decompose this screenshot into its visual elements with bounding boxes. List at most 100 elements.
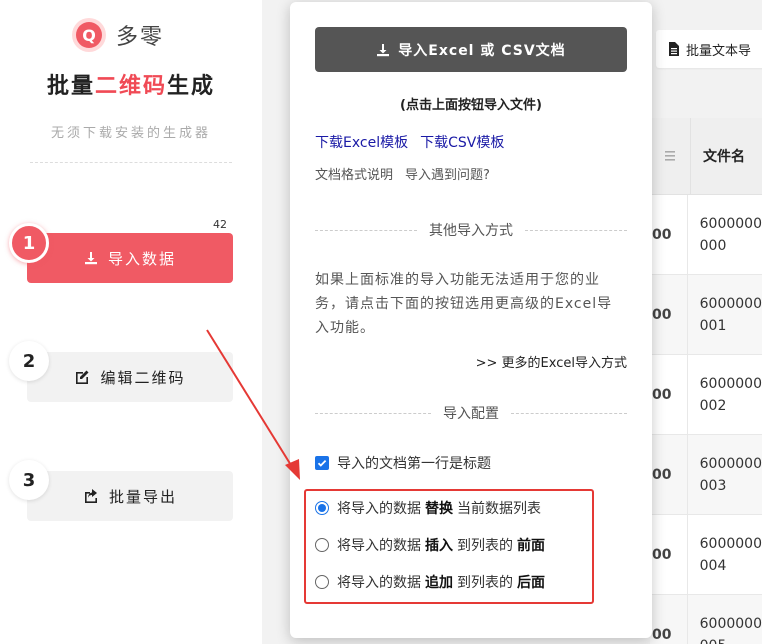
row-filename: 6000000 002	[686, 355, 762, 434]
title-part: 生成	[167, 74, 216, 99]
file-icon	[668, 42, 680, 56]
table-row[interactable]: 00 6000000 002	[650, 355, 762, 435]
filename-line: 004	[699, 557, 727, 574]
row-index: 00	[652, 546, 672, 563]
download-excel-template-link[interactable]: 下载Excel模板	[315, 135, 408, 151]
step-number-2: 2	[9, 341, 49, 381]
other-import-section-header: 其他导入方式	[315, 220, 627, 240]
batch-text-import-button[interactable]: 批量文本导	[656, 30, 762, 68]
edit-icon	[74, 369, 90, 385]
row-index: 00	[652, 466, 672, 483]
table-row[interactable]: 00 6000000 003	[650, 435, 762, 515]
row-filename: 6000000 000	[686, 195, 762, 274]
import-file-label: 导入Excel 或 CSV文档	[398, 42, 566, 59]
title-part: 批量	[46, 74, 95, 99]
option-text: 到列表的	[457, 575, 513, 591]
batch-export-button[interactable]: 批量导出	[27, 471, 233, 521]
logo-badge: Q	[72, 18, 106, 52]
table-header: 文件名	[650, 118, 762, 195]
row-filename: 6000000 003	[686, 435, 762, 514]
column-menu-icon[interactable]	[650, 150, 690, 162]
option-verb: 插入	[425, 538, 453, 554]
filename-line: 6000000	[699, 215, 762, 232]
record-count: 42	[213, 218, 227, 231]
template-links: 下载Excel模板 下载CSV模板	[315, 132, 516, 152]
divider	[315, 229, 417, 231]
import-mode-insert[interactable]: 将导入的数据 插入 到列表的 前面	[315, 535, 549, 555]
option-text: 将导入的数据	[337, 575, 421, 591]
logo-letter: Q	[76, 22, 102, 48]
section-label: 导入配置	[443, 406, 499, 422]
import-mode-replace[interactable]: 将导入的数据 替换 当前数据列表	[315, 498, 541, 518]
import-hint: (点击上面按钮导入文件)	[400, 98, 542, 113]
table-row[interactable]: 00 6000000 004	[650, 515, 762, 595]
step-number-1: 1	[9, 223, 49, 263]
row-index: 00	[652, 226, 672, 243]
sidebar-divider	[30, 162, 232, 163]
row-index: 00	[652, 306, 672, 323]
option-position: 前面	[517, 538, 545, 554]
import-mode-append[interactable]: 将导入的数据 追加 到列表的 后面	[315, 572, 549, 592]
radio-append[interactable]	[315, 575, 329, 589]
sidebar: Q 多零 批量二维码生成 无须下载安装的生成器 1 42 导入数据 2 编辑二维…	[0, 0, 262, 644]
radio-insert[interactable]	[315, 538, 329, 552]
table-row[interactable]: 00 6000000 000	[650, 195, 762, 275]
row-index: 00	[652, 386, 672, 403]
edit-qrcode-label: 编辑二维码	[100, 368, 186, 387]
first-row-header-label: 导入的文档第一行是标题	[337, 456, 491, 472]
row-filename: 6000000 005	[686, 595, 762, 644]
divider	[511, 412, 627, 414]
radio-replace[interactable]	[315, 501, 329, 515]
format-help-link[interactable]: 文档格式说明	[315, 168, 393, 183]
import-data-button[interactable]: 导入数据	[27, 233, 233, 283]
first-row-header-option[interactable]: 导入的文档第一行是标题	[315, 453, 491, 473]
filename-line: 000	[699, 237, 727, 254]
batch-text-import-label: 批量文本导	[686, 43, 752, 59]
option-text: 将导入的数据	[337, 501, 421, 517]
other-import-description: 如果上面标准的导入功能无法适用于您的业务，请点击下面的按钮选用更高级的Excel…	[315, 272, 613, 336]
download-icon	[376, 43, 390, 57]
filename-line: 6000000	[699, 295, 762, 312]
first-row-header-checkbox[interactable]	[315, 456, 329, 470]
batch-export-label: 批量导出	[108, 487, 177, 506]
option-text: 将导入的数据	[337, 538, 421, 554]
filename-line: 003	[699, 477, 727, 494]
download-icon	[84, 251, 98, 265]
share-icon	[83, 488, 99, 504]
app-subtitle: 无须下载安装的生成器	[50, 126, 211, 141]
import-config-section-header: 导入配置	[315, 403, 627, 423]
option-text: 当前数据列表	[457, 501, 541, 517]
edit-qrcode-button[interactable]: 编辑二维码	[27, 352, 233, 402]
logo: Q 多零	[72, 18, 164, 52]
divider	[525, 229, 627, 231]
filename-line: 6000000	[699, 455, 762, 472]
help-links: 文档格式说明 导入遇到问题?	[315, 164, 502, 183]
title-highlight: 二维码	[94, 74, 167, 99]
row-filename: 6000000 004	[686, 515, 762, 594]
option-verb: 追加	[425, 575, 453, 591]
filename-line: 6000000	[699, 375, 762, 392]
table-row[interactable]: 00 6000000 001	[650, 275, 762, 355]
download-csv-template-link[interactable]: 下载CSV模板	[420, 135, 504, 151]
option-verb: 替换	[425, 501, 453, 517]
logo-text: 多零	[116, 25, 165, 50]
divider	[315, 412, 431, 414]
row-index: 00	[652, 626, 672, 643]
more-excel-import-link[interactable]: >> 更多的Excel导入方式	[476, 352, 627, 371]
filename-column-header[interactable]: 文件名	[690, 118, 745, 194]
import-data-label: 导入数据	[107, 249, 176, 268]
filename-line: 6000000	[699, 615, 762, 632]
app-title: 批量二维码生成	[0, 68, 262, 100]
filename-line: 001	[699, 317, 727, 334]
filename-line: 005	[700, 635, 762, 644]
import-popover: 导入Excel 或 CSV文档 (点击上面按钮导入文件) 下载Excel模板 下载…	[290, 2, 652, 638]
option-text: 到列表的	[457, 538, 513, 554]
data-table: 文件名 00 6000000 000 00 6000000 001 00 6000000 0…	[650, 118, 762, 644]
filename-line: 6000000	[699, 535, 762, 552]
import-file-button[interactable]: 导入Excel 或 CSV文档	[315, 27, 627, 72]
option-position: 后面	[517, 575, 545, 591]
problem-help-link[interactable]: 导入遇到问题?	[405, 168, 490, 183]
table-row[interactable]: 00 6000000 005	[650, 595, 762, 644]
filename-line: 002	[699, 397, 727, 414]
section-label: 其他导入方式	[429, 223, 513, 239]
